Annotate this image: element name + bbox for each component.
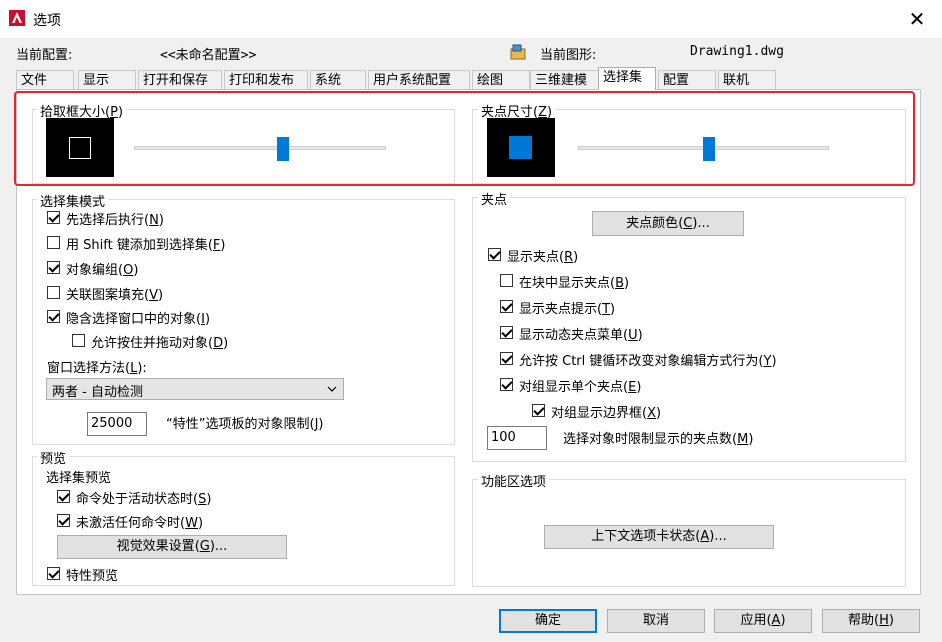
tab-display[interactable]: 显示 <box>78 70 136 89</box>
tab-3d-modeling[interactable]: 三维建模 <box>530 70 602 89</box>
tab-strip: 文件 显示 打开和保存 打印和发布 系统 用户系统配置 绘图 三维建模 选择集 … <box>16 67 780 90</box>
dynamic-grip-menu-label: 显示动态夹点菜单(U) <box>519 328 643 343</box>
window-title: 选项 <box>33 13 61 29</box>
ok-button[interactable]: 确定 <box>499 609 597 633</box>
show-grips-checkbox[interactable] <box>488 248 501 261</box>
preview-command-active-checkbox[interactable] <box>57 490 70 503</box>
contextual-tab-states-button[interactable]: 上下文选项卡状态(A)... <box>544 525 774 549</box>
grip-tips-label: 显示夹点提示(T) <box>519 302 616 317</box>
current-drawing-label: 当前图形: <box>540 48 597 63</box>
grips-in-blocks-checkbox[interactable] <box>500 274 513 287</box>
tab-selection[interactable]: 选择集 <box>598 67 656 90</box>
ribbon-options-title: 功能区选项 <box>478 471 550 490</box>
noun-verb-selection-label: 先选择后执行(N) <box>66 213 164 228</box>
close-icon[interactable]: ✕ <box>904 6 930 32</box>
shift-add-checkbox[interactable] <box>47 236 60 249</box>
window-method-select[interactable]: 两者 - 自动检测 <box>46 378 344 400</box>
autocad-logo-icon <box>9 10 25 26</box>
press-drag-label: 允许按住并拖动对象(D) <box>91 336 229 351</box>
single-grip-groups-checkbox[interactable] <box>500 378 513 391</box>
highlight-annotation <box>14 91 915 186</box>
ctrl-cycling-label: 允许按 Ctrl 键循环改变对象编辑方式行为(Y) <box>519 354 777 369</box>
current-drawing-value: Drawing1.dwg <box>690 44 784 59</box>
show-grips-label: 显示夹点(R) <box>507 250 579 265</box>
grip-colors-button[interactable]: 夹点颜色(C)... <box>592 211 744 236</box>
tab-online[interactable]: 联机 <box>718 70 776 89</box>
object-limit-input[interactable]: 25000 <box>87 412 147 436</box>
help-button[interactable]: 帮助(H) <box>822 609 920 633</box>
object-grouping-label: 对象编组(O) <box>66 263 139 278</box>
grip-limit-label: 选择对象时限制显示的夹点数(M) <box>563 432 754 447</box>
preview-no-command-label: 未激活任何命令时(W) <box>76 516 204 531</box>
implied-windowing-label: 隐含选择窗口中的对象(I) <box>66 312 211 327</box>
property-preview-label: 特性预览 <box>66 569 119 584</box>
bounding-box-groups-checkbox[interactable] <box>532 404 545 417</box>
tab-files[interactable]: 文件 <box>16 70 74 89</box>
grip-limit-input[interactable]: 100 <box>487 426 547 450</box>
object-limit-label: “特性”选项板的对象限制(J) <box>166 417 324 432</box>
selection-modes-title: 选择集模式 <box>37 191 109 210</box>
current-profile-label: 当前配置: <box>16 48 73 63</box>
tab-system[interactable]: 系统 <box>310 70 366 89</box>
window-method-label: 窗口选择方法(L): <box>47 361 147 376</box>
tab-user-preferences[interactable]: 用户系统配置 <box>368 70 470 89</box>
window-method-value: 两者 - 自动检测 <box>52 385 143 400</box>
object-grouping-checkbox[interactable] <box>47 261 60 274</box>
noun-verb-selection-checkbox[interactable] <box>47 211 60 224</box>
chevron-down-icon <box>327 386 337 392</box>
tab-plot-publish[interactable]: 打印和发布 <box>224 70 308 89</box>
ctrl-cycling-checkbox[interactable] <box>500 352 513 365</box>
cancel-button[interactable]: 取消 <box>607 609 705 633</box>
dynamic-grip-menu-checkbox[interactable] <box>500 326 513 339</box>
tab-open-save[interactable]: 打开和保存 <box>138 70 222 89</box>
property-preview-checkbox[interactable] <box>47 567 60 580</box>
visual-effects-settings-button[interactable]: 视觉效果设置(G)... <box>57 535 287 559</box>
grips-title: 夹点 <box>478 189 511 208</box>
preview-title: 预览 <box>37 448 70 467</box>
title-bar <box>0 0 942 38</box>
tab-profiles[interactable]: 配置 <box>658 70 716 89</box>
grip-tips-checkbox[interactable] <box>500 300 513 313</box>
preview-command-active-label: 命令处于活动状态时(S) <box>76 492 212 507</box>
press-drag-checkbox[interactable] <box>72 334 85 347</box>
grips-in-blocks-label: 在块中显示夹点(B) <box>519 276 630 291</box>
current-profile-value: <<未命名配置>> <box>160 48 257 63</box>
preview-no-command-checkbox[interactable] <box>57 514 70 527</box>
bounding-box-groups-label: 对组显示边界框(X) <box>551 406 662 421</box>
drawing-file-icon <box>510 44 526 60</box>
apply-button[interactable]: 应用(A) <box>714 609 812 633</box>
implied-windowing-checkbox[interactable] <box>47 310 60 323</box>
shift-add-label: 用 Shift 键添加到选择集(F) <box>66 238 226 253</box>
tab-drafting[interactable]: 绘图 <box>472 70 530 89</box>
associative-hatch-label: 关联图案填充(V) <box>66 288 164 303</box>
single-grip-groups-label: 对组显示单个夹点(E) <box>519 380 642 395</box>
selection-preview-subtitle: 选择集预览 <box>46 471 112 486</box>
associative-hatch-checkbox[interactable] <box>47 286 60 299</box>
